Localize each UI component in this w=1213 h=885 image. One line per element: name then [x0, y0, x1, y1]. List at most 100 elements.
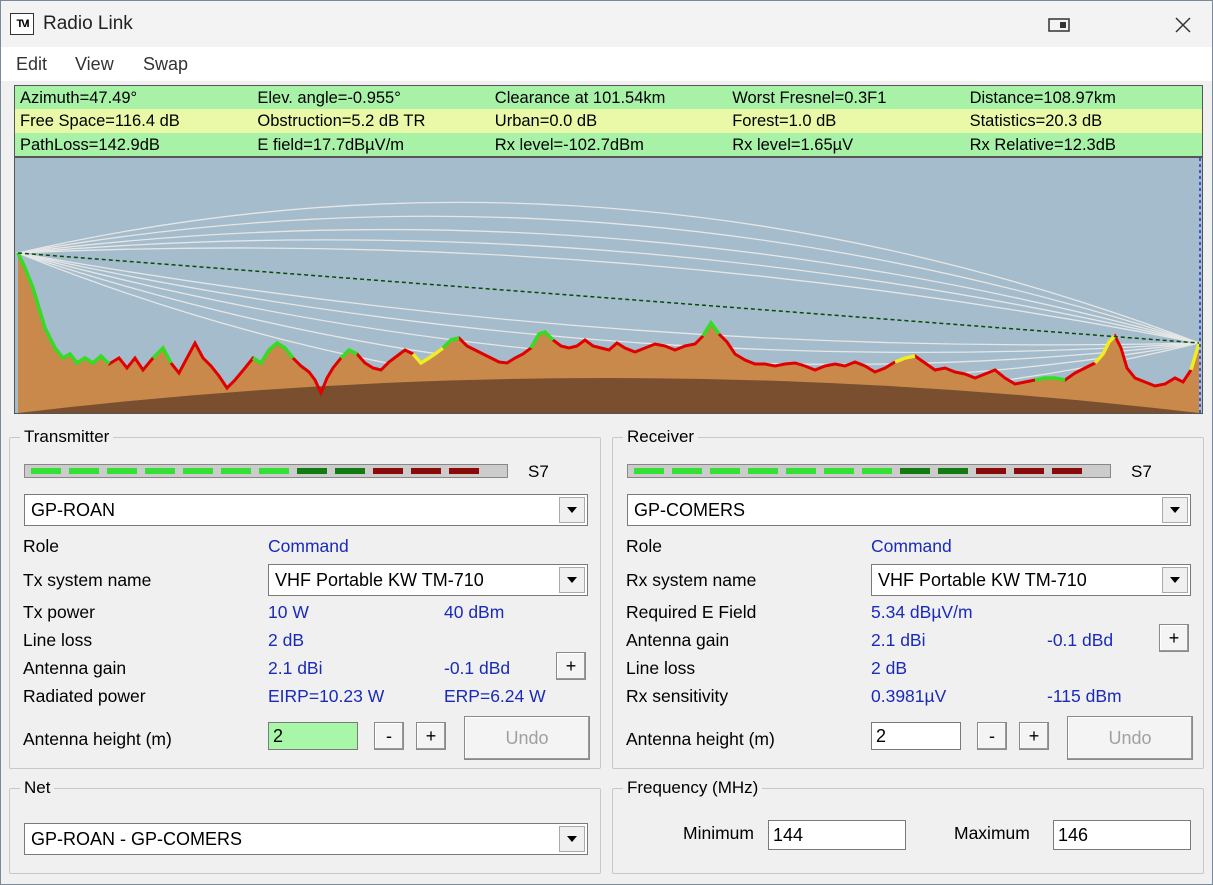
rx-role-label: Role: [626, 536, 662, 556]
transmitter-station-select[interactable]: GP-ROAN: [24, 494, 588, 526]
stat-azimuth: Azimuth=47.49°: [15, 86, 253, 110]
net-group: Net GP-ROAN - GP-COMERS: [9, 778, 601, 874]
stat-efield: E field=17.7dBµV/m: [252, 132, 490, 156]
meter-segment: [69, 468, 99, 474]
frequency-group: Frequency (MHz) Minimum Maximum: [612, 778, 1204, 874]
transmitter-station-value: GP-ROAN: [31, 500, 116, 520]
receiver-station-value: GP-COMERS: [634, 500, 746, 520]
meter-segment: [976, 468, 1006, 474]
rx-field-value: 5.34 dBµV/m: [871, 602, 973, 622]
tx-height-plus-button[interactable]: +: [416, 722, 446, 750]
transmitter-group: Transmitter S7 GP-ROAN Role Command Tx s…: [9, 427, 601, 769]
meter-segment: [672, 468, 702, 474]
rx-height-minus-button[interactable]: -: [977, 722, 1007, 750]
tx-eirp: EIRP=10.23 W: [268, 686, 385, 706]
menu-view[interactable]: View: [75, 54, 114, 75]
stat-distance: Distance=108.97km: [964, 86, 1202, 110]
meter-segment: [634, 468, 664, 474]
net-select[interactable]: GP-ROAN - GP-COMERS: [24, 823, 588, 855]
tx-gain-dbd: -0.1 dBd: [444, 658, 511, 678]
meter-segment: [183, 468, 213, 474]
tx-radiated-label: Radiated power: [23, 686, 146, 706]
rx-undo-button[interactable]: Undo: [1067, 716, 1193, 760]
rx-sensitivity-dbm: -115 dBm: [1047, 686, 1122, 706]
meter-segment: [31, 468, 61, 474]
tx-line-loss-label: Line loss: [23, 630, 93, 650]
restore-icon[interactable]: [1039, 11, 1079, 39]
radio-link-window: TVI Radio Link Edit View Swap Azimuth=47…: [0, 0, 1213, 885]
chevron-down-icon[interactable]: [1162, 497, 1188, 523]
meter-segment: [297, 468, 327, 474]
tx-power-label: Tx power: [23, 602, 95, 622]
stat-rx-level-uv: Rx level=1.65µV: [727, 132, 965, 156]
tx-system-label: Tx system name: [23, 570, 152, 590]
transmitter-meter-label: S7: [528, 462, 549, 481]
tx-role-label: Role: [23, 536, 59, 556]
receiver-label: Receiver: [623, 427, 699, 447]
link-stats-grid: Azimuth=47.49° Elev. angle=-0.955° Clear…: [14, 85, 1203, 157]
chevron-down-icon[interactable]: [559, 826, 585, 852]
chevron-down-icon[interactable]: [559, 567, 585, 593]
meter-segment: [411, 468, 441, 474]
meter-segment: [107, 468, 137, 474]
menu-edit[interactable]: Edit: [16, 54, 47, 75]
window-title: Radio Link: [43, 13, 133, 34]
receiver-station-select[interactable]: GP-COMERS: [627, 494, 1191, 526]
tx-gain-dbi: 2.1 dBi: [268, 658, 323, 678]
meter-segment: [1014, 468, 1044, 474]
meter-segment: [373, 468, 403, 474]
rx-gain-label: Antenna gain: [626, 630, 730, 650]
meter-segment: [221, 468, 251, 474]
frequency-max-input[interactable]: [1053, 820, 1191, 850]
terrain-profile-graphic: [15, 158, 1202, 413]
menu-bar: Edit View Swap: [1, 47, 1212, 81]
meter-segment: [710, 468, 740, 474]
transmitter-label: Transmitter: [20, 427, 114, 447]
rx-system-value: VHF Portable KW TM-710: [878, 570, 1087, 590]
frequency-max-label: Maximum: [954, 823, 1030, 843]
rx-gain-plus-button[interactable]: +: [1159, 624, 1189, 652]
rx-system-label: Rx system name: [626, 570, 757, 590]
rx-sensitivity-label: Rx sensitivity: [626, 686, 729, 706]
close-icon[interactable]: [1163, 11, 1203, 39]
stat-elevation: Elev. angle=-0.955°: [252, 86, 490, 110]
frequency-min-input[interactable]: [768, 820, 906, 850]
stat-worst-fresnel: Worst Fresnel=0.3F1: [727, 86, 965, 110]
rx-height-input[interactable]: [871, 722, 961, 750]
chevron-down-icon[interactable]: [1162, 567, 1188, 593]
rx-gain-dbi: 2.1 dBi: [871, 630, 926, 650]
tx-gain-plus-button[interactable]: +: [556, 652, 586, 680]
rx-height-plus-button[interactable]: +: [1019, 722, 1049, 750]
meter-segment: [335, 468, 365, 474]
tx-undo-button[interactable]: Undo: [464, 716, 590, 760]
frequency-min-label: Minimum: [683, 823, 754, 843]
meter-segment: [145, 468, 175, 474]
tx-gain-label: Antenna gain: [23, 658, 127, 678]
tx-role-value[interactable]: Command: [268, 536, 349, 557]
chevron-down-icon[interactable]: [559, 497, 585, 523]
transmitter-signal-meter: [24, 464, 508, 478]
meter-segment: [449, 468, 479, 474]
frequency-label: Frequency (MHz): [623, 778, 763, 798]
terrain-profile-view[interactable]: [14, 157, 1203, 414]
stat-urban: Urban=0.0 dB: [489, 109, 728, 133]
meter-segment: [900, 468, 930, 474]
menu-swap[interactable]: Swap: [143, 54, 188, 75]
stat-pathloss: PathLoss=142.9dB: [15, 132, 253, 156]
tx-system-select[interactable]: VHF Portable KW TM-710: [268, 564, 588, 596]
stat-rx-level-dbm: Rx level=-102.7dBm: [489, 132, 728, 156]
tx-erp: ERP=6.24 W: [444, 686, 546, 706]
net-value: GP-ROAN - GP-COMERS: [31, 829, 243, 849]
stat-rx-relative: Rx Relative=12.3dB: [964, 132, 1202, 156]
stat-obstruction: Obstruction=5.2 dB TR: [252, 109, 490, 133]
rx-height-label: Antenna height (m): [626, 729, 775, 749]
stat-statistics: Statistics=20.3 dB: [964, 109, 1202, 133]
tx-power-w: 10 W: [268, 602, 309, 622]
meter-segment: [259, 468, 289, 474]
tx-height-input[interactable]: [268, 722, 358, 750]
rx-system-select[interactable]: VHF Portable KW TM-710: [871, 564, 1191, 596]
tx-height-minus-button[interactable]: -: [374, 722, 404, 750]
net-label: Net: [20, 778, 55, 798]
rx-role-value[interactable]: Command: [871, 536, 952, 557]
tx-height-label: Antenna height (m): [23, 729, 172, 749]
